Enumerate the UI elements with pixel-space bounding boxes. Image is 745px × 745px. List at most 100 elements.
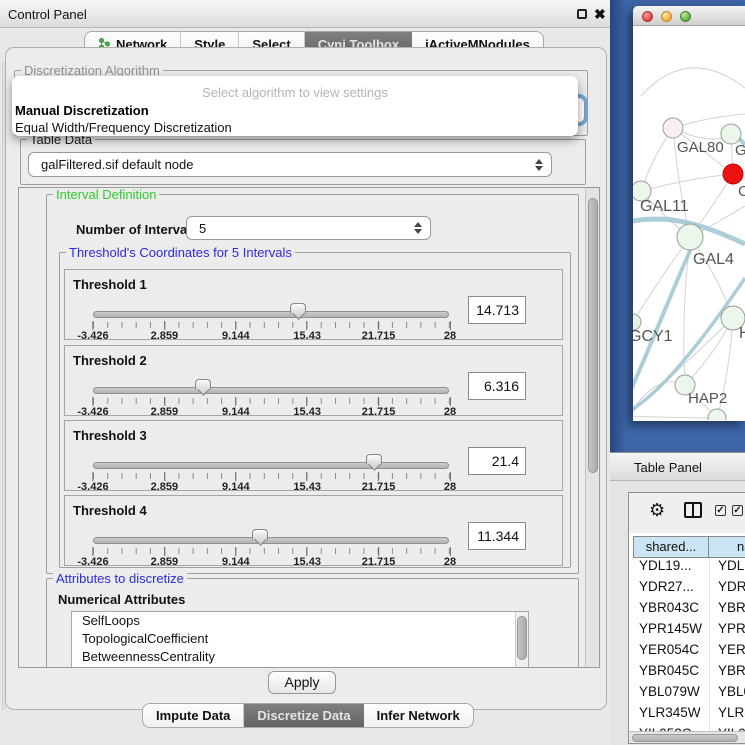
slider-track[interactable] — [93, 462, 449, 469]
node-label-hap2: HAP2 — [688, 390, 727, 407]
control-panel-title: Control Panel — [8, 7, 87, 22]
axis-tick: 28 — [444, 321, 456, 342]
threshold-4-value-field[interactable] — [468, 522, 526, 550]
split-columns-icon[interactable] — [684, 502, 702, 518]
threshold-2-value-field[interactable] — [468, 372, 526, 400]
number-of-intervals-value: 5 — [187, 221, 413, 236]
axis-tick: 28 — [444, 397, 456, 418]
table-row[interactable]: YLR345W YLR3 — [629, 705, 745, 726]
axis-tick: -3.426 — [77, 472, 108, 493]
close-icon[interactable]: ✖ — [594, 6, 606, 23]
screen: Control Panel ✖ Network Style Select Cyn… — [0, 0, 745, 745]
threshold-1-value-field[interactable] — [468, 296, 526, 324]
axis-tick: 9.144 — [222, 472, 250, 493]
axis-tick: 2.859 — [151, 472, 179, 493]
column-header-shared-name[interactable]: shared... — [633, 536, 709, 558]
slider-handle[interactable] — [366, 454, 382, 472]
control-panel-titlebar: Control Panel ✖ — [0, 0, 610, 28]
node-top-right[interactable] — [721, 124, 741, 144]
combo-arrows-icon — [534, 159, 543, 171]
threshold-2-panel: Threshold 2 -3.4262.8599.14415.4321.7152… — [64, 345, 563, 416]
axis-tick: -3.426 — [77, 397, 108, 418]
node-label-gal80: GAL80 — [677, 139, 724, 156]
checkbox-icon-2[interactable]: ✓ — [732, 505, 743, 516]
node-gal4[interactable] — [677, 224, 703, 250]
slider-track[interactable] — [93, 311, 449, 318]
apply-button[interactable]: Apply — [268, 671, 336, 694]
window-close-icon[interactable] — [642, 11, 653, 22]
popup-option-equal-width-frequency[interactable]: Equal Width/Frequency Discretization — [15, 120, 232, 135]
slider-handle[interactable] — [290, 303, 306, 321]
number-of-intervals-label: Number of Intervals — [76, 222, 198, 237]
window-zoom-icon[interactable] — [680, 11, 691, 22]
float-window-icon[interactable] — [577, 9, 587, 19]
combo-arrows-icon — [413, 222, 422, 234]
table-row[interactable]: YBR043C YBR0 — [629, 600, 745, 621]
node-gal80[interactable] — [663, 118, 683, 138]
slider-track[interactable] — [93, 387, 449, 394]
slider-track[interactable] — [93, 537, 449, 544]
slider-axis: -3.4262.8599.14415.4321.71528 — [93, 397, 450, 417]
axis-tick: 21.715 — [362, 321, 396, 342]
node-label-gcy1: GCY1 — [633, 328, 673, 345]
table-row[interactable]: YBL079W YBL0 — [629, 684, 745, 705]
tab-discretize-data[interactable]: Discretize Data — [244, 703, 363, 728]
axis-tick: 2.859 — [151, 397, 179, 418]
window-minimize-icon[interactable] — [661, 11, 672, 22]
axis-tick: 21.715 — [362, 547, 396, 568]
threshold-1-panel: Threshold 1 -3.4262.8599.14415.4321.7152… — [64, 269, 563, 340]
node-label-gal4: GAL4 — [693, 251, 734, 268]
node-label-partial-h: H — [739, 325, 745, 342]
tab-impute-data[interactable]: Impute Data — [142, 703, 244, 728]
node-label-gal11: GAL11 — [640, 198, 689, 215]
slider-handle[interactable] — [252, 529, 268, 547]
gear-icon[interactable]: ⚙ — [649, 501, 665, 519]
table-hscrollbar-thumb[interactable] — [632, 734, 738, 742]
threshold-3-label: Threshold 3 — [73, 428, 147, 443]
threshold-3-value-field[interactable] — [468, 447, 526, 475]
attribute-item[interactable]: BetweennessCentrality — [72, 648, 528, 666]
axis-tick: 9.144 — [222, 321, 250, 342]
network-canvas[interactable]: GAL80 G. C GAL11 GAL4 GCY1 H HAP2 — [633, 26, 745, 420]
numerical-attributes-label: Numerical Attributes — [58, 592, 185, 607]
slider-handle[interactable] — [195, 379, 211, 397]
checkbox-icon-1[interactable]: ✓ — [715, 505, 726, 516]
axis-tick: 15.43 — [293, 472, 321, 493]
threshold-4-label: Threshold 4 — [73, 503, 147, 518]
attribute-item[interactable]: SelfLoops — [72, 612, 528, 630]
slider-axis: -3.4262.8599.14415.4321.71528 — [93, 472, 450, 492]
table-header-row: shared... na — [633, 536, 745, 558]
table-row[interactable]: YDR27... YDR2 — [629, 579, 745, 600]
table-row[interactable]: YDL19... YDL1 — [629, 558, 745, 579]
table-row[interactable]: YBR045C YBR0 — [629, 663, 745, 684]
table-horizontal-scrollbar[interactable] — [629, 731, 745, 743]
axis-tick: 9.144 — [222, 547, 250, 568]
slider-axis: -3.4262.8599.14415.4321.71528 — [93, 321, 450, 341]
threshold-3-panel: Threshold 3 -3.4262.8599.14415.4321.7152… — [64, 420, 563, 491]
axis-tick: -3.426 — [77, 321, 108, 342]
settings-scrollbar[interactable] — [585, 188, 600, 668]
axis-tick: 2.859 — [151, 547, 179, 568]
network-window-titlebar[interactable] — [633, 6, 745, 26]
axis-tick: 2.859 — [151, 321, 179, 342]
table-row[interactable]: YER054C YER0 — [629, 642, 745, 663]
tab-infer-network[interactable]: Infer Network — [364, 703, 474, 728]
attribute-item[interactable]: TopologicalCoefficient — [72, 630, 528, 648]
axis-tick: 21.715 — [362, 397, 396, 418]
settings-scrollbar-thumb[interactable] — [588, 198, 598, 473]
axis-tick: 28 — [444, 547, 456, 568]
settings-scroll-area: Interval Definition Number of Intervals … — [18, 187, 600, 668]
table-row[interactable]: YPR145W YPR1 — [629, 621, 745, 642]
table-panel-titlebar: Table Panel — [610, 452, 745, 481]
table-data-combobox[interactable]: galFiltered.sif default node — [28, 152, 552, 177]
attributes-list-scrollbar[interactable] — [515, 612, 528, 668]
node-bottom-partial[interactable] — [708, 409, 726, 420]
column-header-name[interactable]: na — [709, 536, 745, 558]
number-of-intervals-combobox[interactable]: 5 — [186, 216, 431, 240]
node-label-partial-c: C — [738, 183, 745, 200]
numerical-attributes-list[interactable]: SelfLoopsTopologicalCoefficientBetweenne… — [71, 611, 529, 668]
table-panel-inner: ⚙ ✓ ✓ shared... na YDL19... YDL1 YDR27..… — [628, 492, 745, 744]
axis-tick: 15.43 — [293, 321, 321, 342]
node-selected-red[interactable] — [723, 164, 743, 184]
popup-option-manual-discretization[interactable]: Manual Discretization — [15, 103, 149, 118]
